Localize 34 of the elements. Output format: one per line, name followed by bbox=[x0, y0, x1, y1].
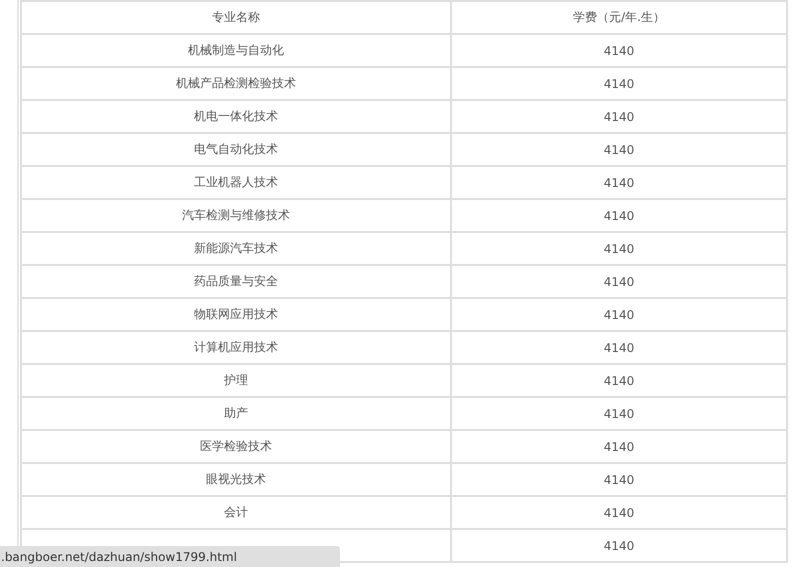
table-cell: 机械产品检测检验技术 bbox=[21, 67, 451, 100]
table-cell: 4140 bbox=[451, 364, 787, 397]
table-cell: 4140 bbox=[451, 34, 787, 67]
table-cell: 4140 bbox=[451, 100, 787, 133]
table-cell: 4140 bbox=[451, 463, 787, 496]
table-cell: 机电一体化技术 bbox=[21, 100, 451, 133]
table-cell: 物联网应用技术 bbox=[21, 298, 451, 331]
table-cell: 助产 bbox=[21, 397, 451, 430]
table-cell: 4140 bbox=[451, 529, 787, 562]
table-cell: 4140 bbox=[451, 331, 787, 364]
table-cell: 4140 bbox=[451, 298, 787, 331]
table-cell: 眼视光技术 bbox=[21, 463, 451, 496]
column-header: 学费（元/年.生） bbox=[451, 1, 787, 34]
table-cell: 医学检验技术 bbox=[21, 430, 451, 463]
table-cell: 计算机应用技术 bbox=[21, 331, 451, 364]
table-cell: 4140 bbox=[451, 397, 787, 430]
table-cell: 新能源汽车技术 bbox=[21, 232, 451, 265]
column-header: 专业名称 bbox=[21, 1, 451, 34]
table-cell: 4140 bbox=[451, 232, 787, 265]
table-cell: 4140 bbox=[451, 199, 787, 232]
table-cell: 药品质量与安全 bbox=[21, 265, 451, 298]
table-cell: 机械制造与自动化 bbox=[21, 34, 451, 67]
table-cell: 电气自动化技术 bbox=[21, 133, 451, 166]
table-cell: 护理 bbox=[21, 364, 451, 397]
table-cell: 4140 bbox=[451, 133, 787, 166]
table-cell: 会计 bbox=[21, 496, 451, 529]
table-cell: 4140 bbox=[451, 67, 787, 100]
table-cell: 工业机器人技术 bbox=[21, 166, 451, 199]
table-cell: 4140 bbox=[451, 265, 787, 298]
link-url: .bangboer.net/dazhuan/show1799.html bbox=[0, 550, 237, 564]
table-cell: 4140 bbox=[451, 430, 787, 463]
table-cell: 汽车检测与维修技术 bbox=[21, 199, 451, 232]
table-cell: 4140 bbox=[451, 496, 787, 529]
table-cell: 4140 bbox=[451, 166, 787, 199]
